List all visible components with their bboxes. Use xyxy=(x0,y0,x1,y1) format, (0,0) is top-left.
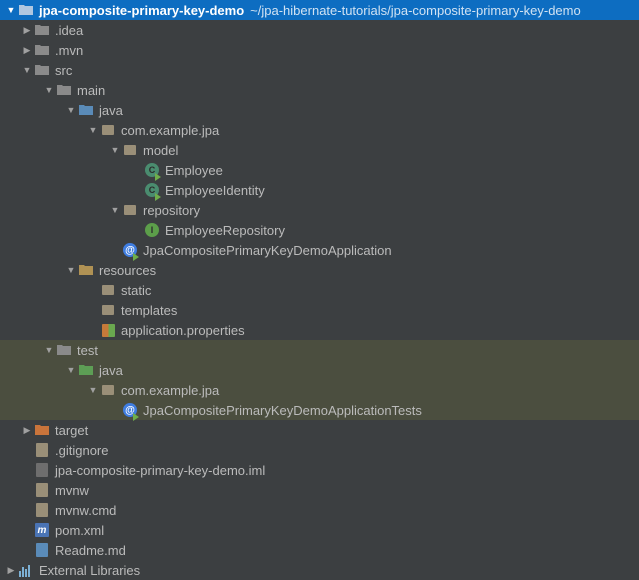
tree-row-app-class[interactable]: @ JpaCompositePrimaryKeyDemoApplication xyxy=(0,240,639,260)
tree-row-src[interactable]: ▼ src xyxy=(0,60,639,80)
tree-row-idea[interactable]: ▶ .idea xyxy=(0,20,639,40)
package-icon xyxy=(100,122,116,138)
chevron-right-icon[interactable]: ▶ xyxy=(20,45,34,56)
chevron-down-icon[interactable]: ▼ xyxy=(42,345,56,355)
root-path: ~/jpa-hibernate-tutorials/jpa-composite-… xyxy=(250,3,581,18)
chevron-down-icon[interactable]: ▼ xyxy=(108,145,122,155)
tree-row-gitignore[interactable]: .gitignore xyxy=(0,440,639,460)
tree-row-iml[interactable]: jpa-composite-primary-key-demo.iml xyxy=(0,460,639,480)
tree-row-main[interactable]: ▼ main xyxy=(0,80,639,100)
tree-row-employee-identity[interactable]: C EmployeeIdentity xyxy=(0,180,639,200)
chevron-down-icon[interactable]: ▼ xyxy=(86,125,100,135)
chevron-down-icon[interactable]: ▼ xyxy=(108,205,122,215)
tree-row-pkg-example[interactable]: ▼ com.example.jpa xyxy=(0,120,639,140)
file-icon xyxy=(34,482,50,498)
tree-row-pkg-model[interactable]: ▼ model xyxy=(0,140,639,160)
package-icon xyxy=(122,142,138,158)
properties-icon xyxy=(100,322,116,338)
tree-row-employee[interactable]: C Employee xyxy=(0,160,639,180)
tree-row-templates[interactable]: templates xyxy=(0,300,639,320)
tree-row-root[interactable]: ▼ jpa-composite-primary-key-demo ~/jpa-h… xyxy=(0,0,639,20)
chevron-down-icon[interactable]: ▼ xyxy=(64,265,78,275)
tree-row-static[interactable]: static xyxy=(0,280,639,300)
tree-row-readme[interactable]: Readme.md xyxy=(0,540,639,560)
folder-icon xyxy=(34,42,50,58)
tree-row-pkg-repository[interactable]: ▼ repository xyxy=(0,200,639,220)
spring-class-icon: @ xyxy=(122,402,138,418)
tree-row-test-java[interactable]: ▼ java xyxy=(0,360,639,380)
tree-row-app-tests[interactable]: @ JpaCompositePrimaryKeyDemoApplicationT… xyxy=(0,400,639,420)
resources-folder-icon xyxy=(78,262,94,278)
chevron-down-icon[interactable]: ▼ xyxy=(42,85,56,95)
source-folder-icon xyxy=(78,102,94,118)
markdown-file-icon xyxy=(34,542,50,558)
folder-icon xyxy=(56,82,72,98)
tree-row-resources[interactable]: ▼ resources xyxy=(0,260,639,280)
chevron-right-icon[interactable]: ▶ xyxy=(4,565,18,576)
tree-row-external-libraries[interactable]: ▶ External Libraries xyxy=(0,560,639,580)
package-icon xyxy=(122,202,138,218)
tree-row-java[interactable]: ▼ java xyxy=(0,100,639,120)
root-name: jpa-composite-primary-key-demo xyxy=(39,3,244,18)
excluded-folder-icon xyxy=(34,422,50,438)
file-icon xyxy=(34,442,50,458)
module-file-icon xyxy=(34,462,50,478)
spring-class-icon: @ xyxy=(122,242,138,258)
file-icon xyxy=(34,502,50,518)
tree-row-test-pkg[interactable]: ▼ com.example.jpa xyxy=(0,380,639,400)
tree-row-mvnw-cmd[interactable]: mvnw.cmd xyxy=(0,500,639,520)
package-icon xyxy=(100,382,116,398)
tree-row-app-properties[interactable]: application.properties xyxy=(0,320,639,340)
folder-icon xyxy=(34,22,50,38)
chevron-right-icon[interactable]: ▶ xyxy=(20,425,34,436)
chevron-down-icon[interactable]: ▼ xyxy=(64,365,78,375)
chevron-down-icon[interactable]: ▼ xyxy=(20,65,34,75)
chevron-down-icon[interactable]: ▼ xyxy=(86,385,100,395)
tree-row-employee-repository[interactable]: I EmployeeRepository xyxy=(0,220,639,240)
tree-row-test[interactable]: ▼ test xyxy=(0,340,639,360)
chevron-down-icon[interactable]: ▼ xyxy=(4,5,18,15)
folder-icon xyxy=(34,62,50,78)
folder-icon xyxy=(18,2,34,18)
interface-icon: I xyxy=(144,222,160,238)
package-icon xyxy=(100,302,116,318)
maven-icon: m xyxy=(34,522,50,538)
class-icon: C xyxy=(144,182,160,198)
test-source-folder-icon xyxy=(78,362,94,378)
chevron-down-icon[interactable]: ▼ xyxy=(64,105,78,115)
tree-row-target[interactable]: ▶ target xyxy=(0,420,639,440)
tree-row-pom[interactable]: m pom.xml xyxy=(0,520,639,540)
package-icon xyxy=(100,282,116,298)
external-libraries-icon xyxy=(18,562,34,578)
folder-icon xyxy=(56,342,72,358)
tree-row-mvn[interactable]: ▶ .mvn xyxy=(0,40,639,60)
project-tree[interactable]: ▼ jpa-composite-primary-key-demo ~/jpa-h… xyxy=(0,0,639,580)
tree-row-mvnw[interactable]: mvnw xyxy=(0,480,639,500)
chevron-right-icon[interactable]: ▶ xyxy=(20,25,34,36)
class-icon: C xyxy=(144,162,160,178)
